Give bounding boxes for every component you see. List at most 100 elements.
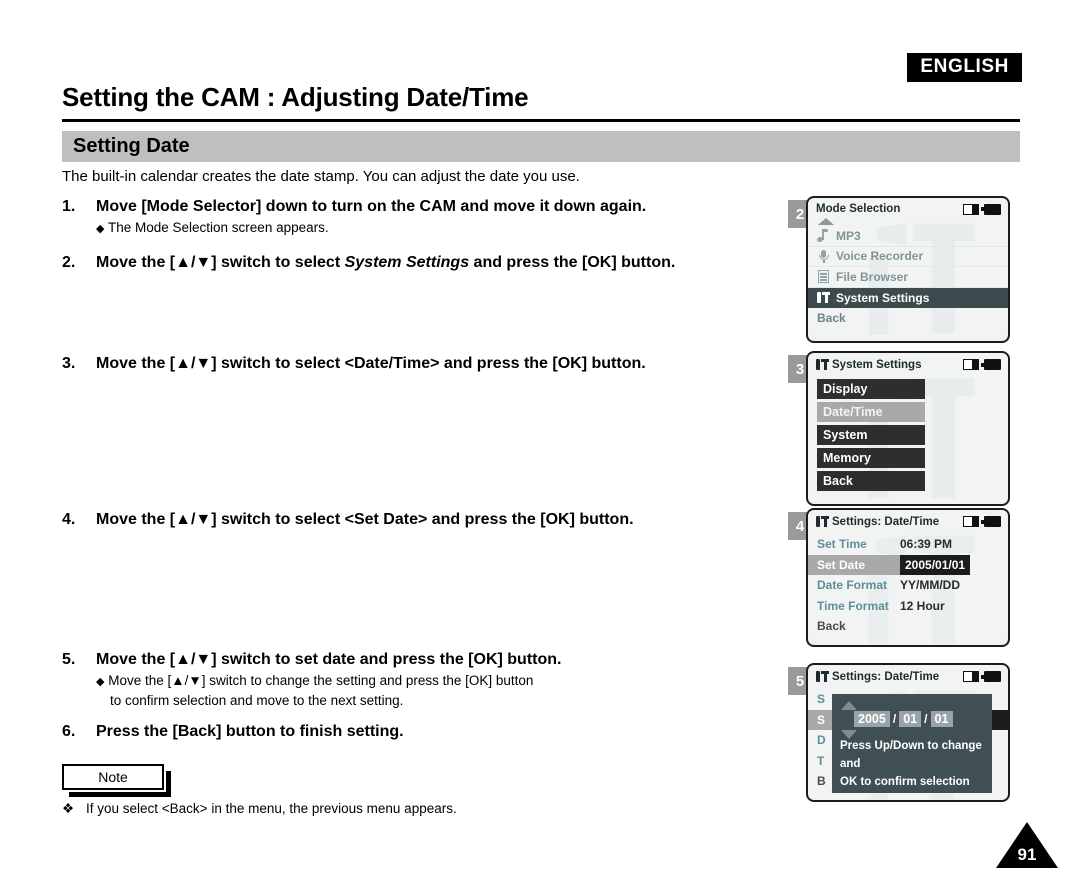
menu-item-label: File Browser — [836, 269, 909, 284]
setting-row-set-date[interactable]: Set Date 2005/01/01 — [808, 554, 1008, 575]
step-3: 3. Move the [▲/▼] switch to select <Date… — [62, 355, 772, 373]
system-settings-list: Display Date/Time System Memory Back — [808, 373, 1008, 504]
step-2-text-b: and press the [OK] button. — [469, 254, 676, 271]
settings-button-date-time[interactable]: Date/Time — [817, 402, 925, 422]
step-1-sub-text: The Mode Selection screen appears. — [107, 220, 329, 236]
lcd-header-date-time: Settings: Date/Time — [808, 510, 1008, 530]
step-2-number: 2. — [62, 254, 76, 271]
setting-label: Set Date — [808, 554, 900, 575]
menu-item-mp3[interactable]: MP3 — [808, 226, 1008, 247]
dialog-hint-line-2: OK to confirm selection — [840, 775, 970, 788]
step-5-sub-text-2: to confirm selection and move to the nex… — [110, 693, 404, 709]
menu-item-back[interactable]: Back — [808, 308, 1008, 329]
month-field[interactable]: 01 — [899, 711, 922, 727]
note-label-box: Note — [62, 764, 171, 797]
settings-button-back[interactable]: Back — [817, 471, 925, 491]
menu-item-label: MP3 — [836, 228, 861, 243]
lcd-screen-date-time: Settings: Date/Time Set Time 06:39 PM Se… — [806, 508, 1010, 647]
lcd-title-text: Settings: Date/Time — [832, 670, 940, 683]
lcd-title-text: System Settings — [832, 358, 922, 371]
lcd-status-icons — [963, 359, 1001, 370]
lcd-screen-date-picker: Settings: Date/Time S S D T B 2005 / 01 … — [806, 663, 1010, 802]
note-item-text: If you select <Back> in the menu, the pr… — [86, 801, 457, 816]
step-5-number: 5. — [62, 651, 76, 668]
scroll-up-arrow-icon[interactable] — [818, 218, 834, 225]
setting-label: Back — [817, 619, 846, 634]
tools-icon — [816, 515, 829, 528]
memory-card-icon — [963, 359, 979, 370]
menu-item-file-browser[interactable]: File Browser — [808, 267, 1008, 288]
date-time-settings-list: Set Time 06:39 PM Set Date 2005/01/01 Da… — [808, 530, 1008, 645]
step-3-text: Move the [▲/▼] switch to select <Date/Ti… — [96, 355, 646, 372]
setting-label: Set Time — [817, 537, 867, 552]
note-item: ❖ If you select <Back> in the menu, the … — [62, 801, 457, 817]
setting-row-set-time[interactable]: Set Time 06:39 PM — [808, 534, 1008, 555]
step-2-text-italic: System Settings — [344, 254, 470, 271]
lcd-status-icons — [963, 203, 1001, 215]
setting-row-date-format[interactable]: Date Format YY/MM/DD — [808, 575, 1008, 596]
lcd-header-mode-selection: Mode Selection — [808, 198, 1008, 217]
date-picker-dialog: 2005 / 01 / 01 Press Up/Down to change a… — [832, 694, 992, 793]
lcd-screen-mode-selection: Mode Selection MP3 Voice Recorder File B… — [806, 196, 1010, 343]
page-number-badge: 91 — [996, 822, 1058, 868]
step-4: 4. Move the [▲/▼] switch to select <Set … — [62, 511, 772, 529]
settings-button-label: Date/Time — [823, 405, 883, 419]
setting-row-time-format[interactable]: Time Format 12 Hour — [808, 596, 1008, 617]
dialog-down-arrow-icon[interactable] — [841, 730, 857, 739]
step-6-text: Press the [Back] button to finish settin… — [96, 723, 404, 740]
date-separator: / — [924, 712, 928, 726]
lcd-title-text: Settings: Date/Time — [832, 515, 940, 528]
lcd-title-text: Mode Selection — [816, 203, 901, 215]
note-bullet-icon: ❖ — [62, 801, 75, 816]
setting-label: Date Format — [817, 578, 888, 593]
menu-item-label: Voice Recorder — [836, 249, 924, 264]
microphone-icon — [817, 249, 830, 263]
dialog-hint-line-1: Press Up/Down to change and — [840, 740, 982, 770]
menu-item-voice-recorder[interactable]: Voice Recorder — [808, 247, 1008, 267]
step-2-text: Move the [▲/▼] switch to select System S… — [96, 254, 675, 272]
setting-row-back[interactable]: Back — [808, 616, 1008, 637]
battery-icon — [981, 671, 1001, 682]
lcd-header-date-picker: Settings: Date/Time — [808, 665, 1008, 685]
setting-label: Time Format — [817, 598, 889, 613]
menu-item-label: System Settings — [836, 290, 930, 305]
diamond-bullet-icon: ◆ — [96, 676, 105, 689]
settings-button-label: Back — [823, 474, 853, 488]
page-title: Setting the CAM : Adjusting Date/Time — [62, 82, 1020, 122]
note-label-text: Note — [98, 769, 128, 785]
step-1: 1. Move [Mode Selector] down to turn on … — [62, 198, 772, 238]
memory-card-icon — [963, 516, 979, 527]
battery-icon — [981, 516, 1001, 527]
language-badge: ENGLISH — [907, 53, 1022, 82]
step-5: 5. Move the [▲/▼] switch to set date and… — [62, 651, 772, 711]
settings-button-label: Display — [823, 382, 868, 396]
settings-button-memory[interactable]: Memory — [817, 448, 925, 468]
date-picker-fields: 2005 / 01 / 01 — [832, 711, 992, 727]
tools-icon — [817, 291, 830, 304]
step-2: 2. Move the [▲/▼] switch to select Syste… — [62, 254, 772, 272]
step-1-substep: ◆ The Mode Selection screen appears. — [96, 218, 772, 238]
settings-button-label: Memory — [823, 451, 871, 465]
menu-item-system-settings[interactable]: System Settings — [808, 287, 1008, 308]
setting-value: 2005/01/01 — [900, 554, 971, 575]
battery-icon — [981, 203, 1001, 215]
intro-text: The built-in calendar creates the date s… — [62, 168, 580, 185]
step-3-number: 3. — [62, 355, 76, 372]
step-6-number: 6. — [62, 723, 76, 740]
day-field[interactable]: 01 — [930, 711, 953, 727]
settings-button-display[interactable]: Display — [817, 379, 925, 399]
setting-value: YY/MM/DD — [900, 578, 960, 593]
lcd-status-icons — [963, 671, 1001, 682]
step-2-text-a: Move the [▲/▼] switch to select — [96, 254, 345, 271]
dialog-up-arrow-icon[interactable] — [841, 701, 857, 710]
lcd-title-date-time: Settings: Date/Time — [816, 515, 963, 528]
settings-button-label: System — [823, 428, 868, 442]
step-1-text: Move [Mode Selector] down to turn on the… — [96, 198, 647, 215]
year-field[interactable]: 2005 — [854, 711, 890, 727]
section-heading-text: Setting Date — [73, 135, 190, 157]
step-5-sub-text: Move the [▲/▼] switch to change the sett… — [108, 673, 534, 689]
section-heading-band: Setting Date — [62, 131, 1020, 162]
date-separator: / — [892, 712, 897, 726]
page-number-text: 91 — [1017, 845, 1037, 864]
settings-button-system[interactable]: System — [817, 425, 925, 445]
